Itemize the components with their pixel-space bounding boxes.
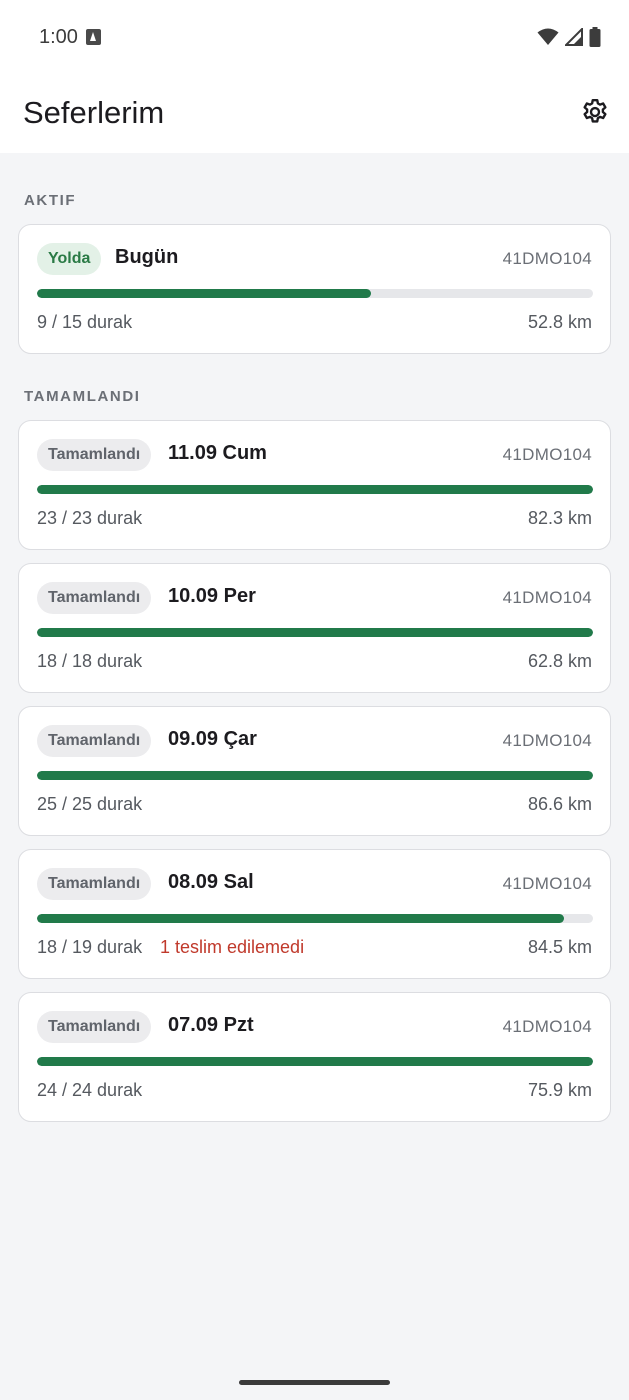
trip-progress-fill xyxy=(37,771,593,780)
gear-icon xyxy=(583,98,607,123)
a-notification-icon xyxy=(86,29,101,45)
trip-progress-bar xyxy=(37,914,593,923)
completed-trip-card[interactable]: Tamamlandı 11.09 Cum 41DMO104 23 / 23 du… xyxy=(18,420,611,550)
wifi-icon xyxy=(537,28,559,45)
vehicle-plate: 41DMO104 xyxy=(502,1017,592,1036)
trip-progress-fill xyxy=(37,289,371,298)
trip-distance: 82.3 km xyxy=(527,508,592,528)
status-badge: Yolda xyxy=(37,243,102,275)
trip-progress-bar xyxy=(37,485,593,494)
status-bar: 1:00 xyxy=(0,0,629,74)
battery-icon xyxy=(589,27,601,47)
trip-date: 08.09 Sal xyxy=(168,871,254,893)
undelivered-warning: 1 teslim edilemedi xyxy=(160,937,305,957)
status-badge: Tamamlandı xyxy=(37,868,152,900)
status-icons xyxy=(537,26,601,48)
trip-date: 07.09 Pzt xyxy=(168,1014,254,1036)
vehicle-plate: 41DMO104 xyxy=(502,249,592,268)
trip-progress-bar xyxy=(37,289,593,298)
completed-trip-card[interactable]: Tamamlandı 09.09 Çar 41DMO104 25 / 25 du… xyxy=(18,706,611,836)
trip-progress-fill xyxy=(37,1057,593,1066)
completed-trip-card[interactable]: Tamamlandı 08.09 Sal 41DMO104 18 / 19 du… xyxy=(18,849,611,979)
stop-count: 18 / 19 durak xyxy=(37,937,143,957)
app-bar: Seferlerim xyxy=(0,74,629,153)
trip-date: 11.09 Cum xyxy=(168,442,267,464)
stop-count: 9 / 15 durak xyxy=(37,312,133,332)
stop-count: 24 / 24 durak xyxy=(37,1080,143,1100)
trip-distance: 62.8 km xyxy=(527,651,592,671)
signal-icon xyxy=(565,28,583,46)
trip-progress-bar xyxy=(37,1057,593,1066)
section-label-active: AKTIF xyxy=(24,192,77,209)
trip-progress-fill xyxy=(37,914,564,923)
trip-progress-fill xyxy=(37,485,593,494)
settings-button[interactable] xyxy=(577,94,613,130)
home-indicator[interactable] xyxy=(239,1380,390,1385)
vehicle-plate: 41DMO104 xyxy=(502,445,592,464)
vehicle-plate: 41DMO104 xyxy=(502,874,592,893)
vehicle-plate: 41DMO104 xyxy=(502,731,592,750)
trip-date: 10.09 Per xyxy=(168,585,256,607)
stop-count: 18 / 18 durak xyxy=(37,651,143,671)
status-badge: Tamamlandı xyxy=(37,1011,152,1043)
trip-progress-fill xyxy=(37,628,593,637)
trip-distance: 52.8 km xyxy=(527,312,592,332)
stop-count: 25 / 25 durak xyxy=(37,794,143,814)
status-badge: Tamamlandı xyxy=(37,725,152,757)
trip-progress-bar xyxy=(37,628,593,637)
status-badge: Tamamlandı xyxy=(37,582,152,614)
trip-progress-bar xyxy=(37,771,593,780)
vehicle-plate: 41DMO104 xyxy=(502,588,592,607)
status-badge: Tamamlandı xyxy=(37,439,152,471)
trip-distance: 75.9 km xyxy=(527,1080,592,1100)
completed-trip-card[interactable]: Tamamlandı 07.09 Pzt 41DMO104 24 / 24 du… xyxy=(18,992,611,1122)
trip-distance: 86.6 km xyxy=(527,794,592,814)
status-time: 1:00 xyxy=(39,26,78,48)
section-label-completed: TAMAMLANDI xyxy=(24,388,141,405)
completed-trip-card[interactable]: Tamamlandı 10.09 Per 41DMO104 18 / 18 du… xyxy=(18,563,611,693)
stop-count: 23 / 23 durak xyxy=(37,508,143,528)
trip-distance: 84.5 km xyxy=(527,937,592,957)
trip-date: Bugün xyxy=(115,246,179,268)
trip-date: 09.09 Çar xyxy=(168,728,257,750)
active-trip-card[interactable]: Yolda Bugün 41DMO104 9 / 15 durak 52.8 k… xyxy=(18,224,611,354)
page-title: Seferlerim xyxy=(23,95,165,130)
